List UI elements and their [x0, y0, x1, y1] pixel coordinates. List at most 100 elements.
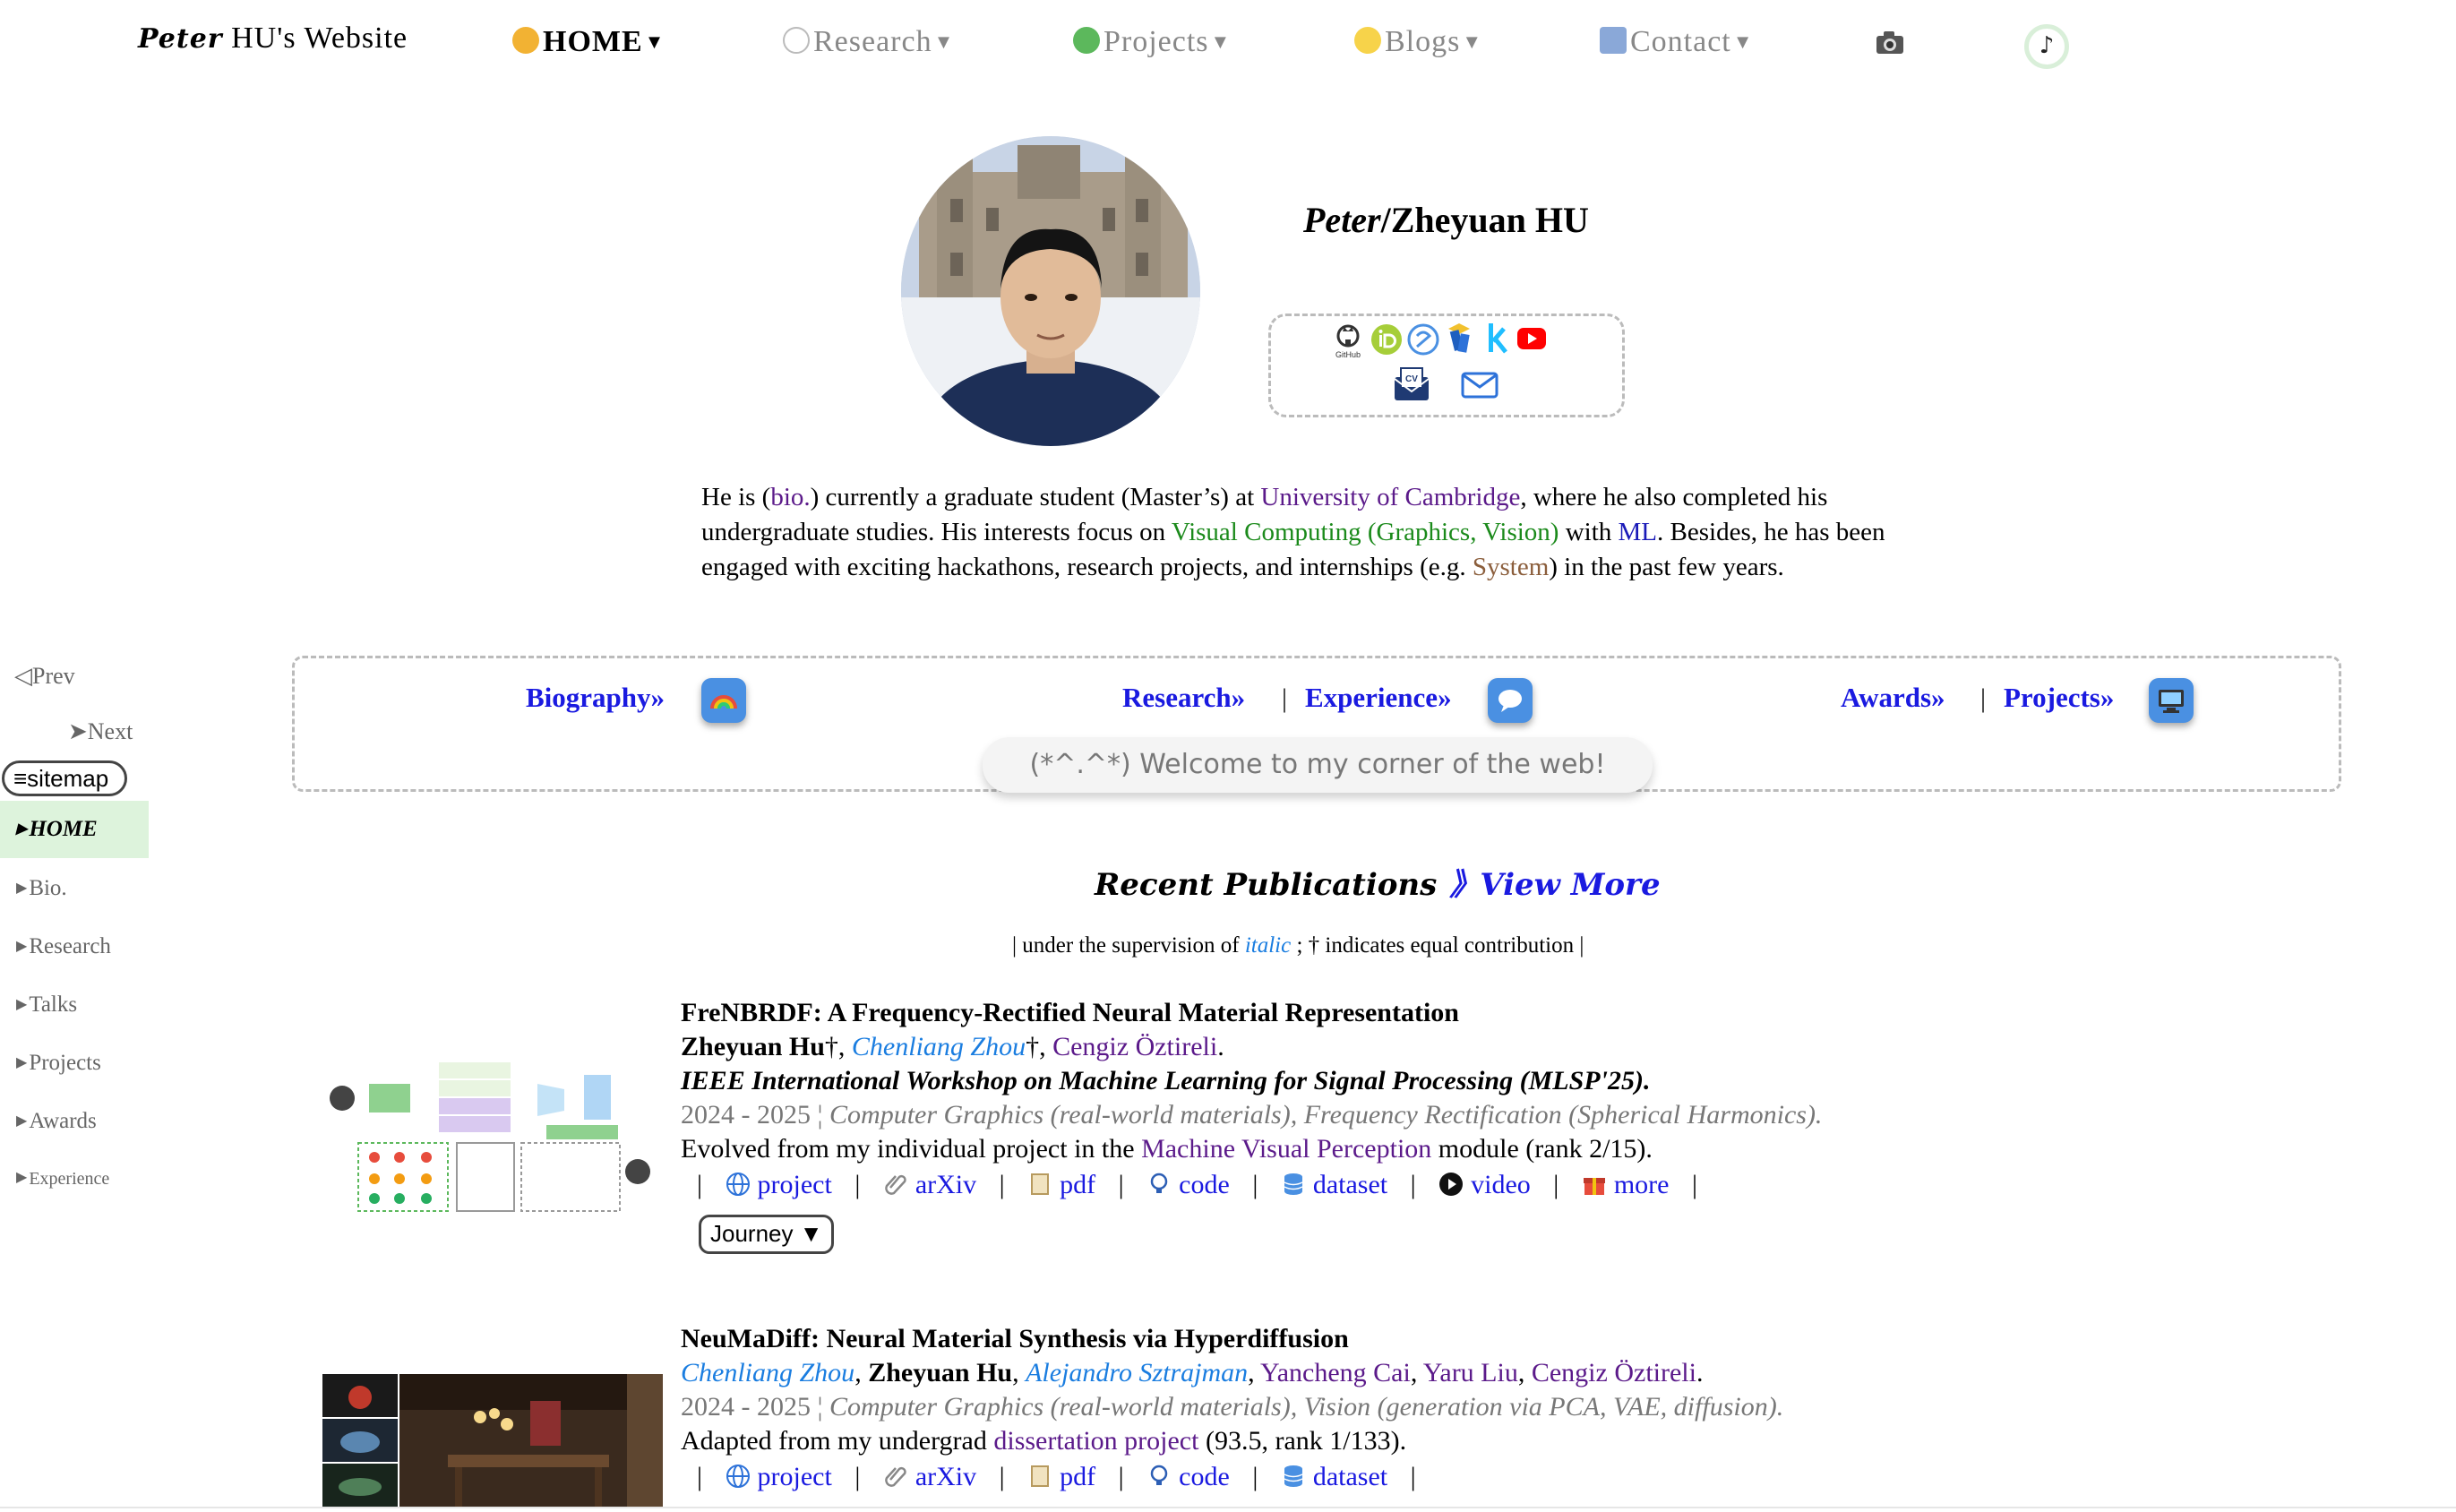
nav-projects[interactable]: Projects▼ [1073, 25, 1231, 59]
paperclip-icon [885, 1466, 906, 1487]
database-icon [1284, 1173, 1303, 1195]
brand-first-name: Peter [138, 23, 223, 55]
nav-blogs[interactable]: Blogs▼ [1354, 25, 1482, 59]
profile-photo [901, 136, 1200, 446]
sidebar-item-research[interactable]: ▶Research [0, 918, 149, 975]
github-icon[interactable]: GitHub [1334, 323, 1362, 359]
experience-link[interactable]: Experience» [1305, 682, 1452, 714]
page-divider [0, 1507, 2456, 1508]
journey-dropdown[interactable]: Journey ▼ [699, 1215, 835, 1254]
section-links-box: Biography» Research» | Experience» Award… [292, 656, 2341, 793]
more-link[interactable]: more [1582, 1170, 1669, 1199]
svg-text:GitHub: GitHub [1335, 350, 1361, 359]
publication-title[interactable]: NeuMaDiff: Neural Material Synthesis via… [681, 1322, 1935, 1356]
chevron-down-icon: ▼ [644, 30, 666, 53]
sparkle-star-icon [1354, 27, 1381, 54]
pdf-link[interactable]: pdf [1027, 1462, 1095, 1491]
computer-icon[interactable] [2149, 678, 2194, 723]
bio-paragraph: He is (bio.) currently a graduate studen… [701, 483, 1885, 581]
nav-home[interactable]: HOME▼ [512, 25, 665, 59]
nav-research[interactable]: Research▼ [783, 25, 954, 59]
dataset-link[interactable]: dataset [1281, 1462, 1387, 1491]
project-link[interactable]: project [726, 1170, 832, 1199]
projects-link[interactable]: Projects» [2004, 682, 2114, 714]
view-more-link[interactable]: 》View More [1449, 867, 1660, 903]
sidebar-item-bio[interactable]: ▶Bio. [0, 860, 149, 917]
rainbow-icon[interactable] [701, 678, 746, 723]
cv-envelope-icon[interactable]: CV [1393, 366, 1430, 402]
nav-contact[interactable]: Contact▼ [1600, 25, 1754, 59]
sidebar-item-awards[interactable]: ▶Awards [0, 1093, 149, 1150]
speech-bubble-icon[interactable] [1488, 678, 1533, 723]
globe-icon [726, 1173, 750, 1196]
play-circle-icon [1439, 1173, 1464, 1196]
bio-link[interactable]: bio. [770, 483, 810, 511]
kaggle-icon[interactable] [1486, 322, 1509, 356]
google-scholar-icon[interactable] [1445, 322, 1475, 356]
scroll-icon [1031, 1465, 1050, 1487]
publications-heading: Recent Publications 》View More [1095, 867, 1661, 903]
visual-computing-link[interactable]: Visual Computing (Graphics, Vision) [1172, 518, 1559, 546]
sitemap-button[interactable]: ≡sitemap [2, 760, 127, 796]
frenbrdf-thumbnail[interactable] [322, 1057, 659, 1218]
chevron-down-icon: ▼ [1210, 30, 1232, 53]
top-navbar: Peter HU's Website HOME▼ Research▼ Proje… [0, 0, 2456, 86]
brand-rest: HU's Website [222, 21, 408, 55]
dataset-link[interactable]: dataset [1281, 1170, 1387, 1199]
ml-link[interactable]: ML [1619, 518, 1658, 546]
publication-authors: Zheyuan Hu†, Chenliang Zhou†, Cengiz Özt… [681, 1032, 1224, 1061]
arxiv-link[interactable]: arXiv [883, 1170, 976, 1199]
sidebar-item-talks[interactable]: ▶Talks [0, 976, 149, 1034]
sidebar-item-home[interactable]: ▶HOME [0, 801, 149, 858]
globe-icon [726, 1465, 750, 1488]
puzzle-piece-icon [1073, 27, 1100, 54]
arxiv-link[interactable]: arXiv [883, 1462, 976, 1491]
publication-meta: 2024 - 2025 ¦ Computer Graphics (real-wo… [681, 1392, 1784, 1422]
publication-title[interactable]: FreNBRDF: A Frequency-Rectified Neural M… [681, 996, 1935, 1030]
thought-bubble-icon [783, 27, 810, 54]
publication-entry: FreNBRDF: A Frequency-Rectified Neural M… [681, 996, 1935, 1254]
neumadiff-thumbnail[interactable] [322, 1374, 663, 1507]
chevron-down-icon: ▼ [1462, 30, 1483, 53]
github-icon [1150, 1173, 1168, 1193]
gift-icon [1583, 1178, 1605, 1195]
caret-right-icon: ▶ [16, 997, 28, 1012]
sidebar-item-projects[interactable]: ▶Projects [0, 1035, 149, 1092]
camera-icon[interactable] [1876, 30, 1904, 56]
prev-link[interactable]: ◁Prev [14, 663, 75, 690]
section-separator: | [1980, 683, 1987, 713]
semantic-scholar-icon[interactable] [1407, 323, 1439, 356]
university-link[interactable]: University of Cambridge [1260, 483, 1520, 511]
chevron-down-icon: ▼ [1732, 30, 1754, 53]
youtube-icon[interactable] [1516, 327, 1547, 350]
pdf-link[interactable]: pdf [1027, 1170, 1095, 1199]
orcid-icon[interactable] [1370, 323, 1403, 356]
publication-description: Evolved from my individual project in th… [681, 1134, 1653, 1164]
svg-text:CV: CV [1405, 374, 1418, 384]
waving-hand-icon [512, 27, 539, 54]
next-link[interactable]: ➤Next [68, 718, 133, 745]
code-link[interactable]: code [1146, 1462, 1230, 1491]
project-link[interactable]: project [726, 1462, 832, 1491]
sidebar-item-experience[interactable]: ▶ Experience [0, 1149, 149, 1207]
caret-right-icon: ▶ [16, 881, 28, 896]
publication-links: | project | arXiv | pdf | code | dataset… [697, 1462, 1416, 1491]
scroll-icon [1031, 1173, 1050, 1195]
awards-link[interactable]: Awards» [1841, 682, 1945, 714]
music-note-icon: ♪ [2039, 32, 2055, 59]
video-link[interactable]: video [1438, 1170, 1531, 1199]
email-icon[interactable] [1461, 372, 1499, 399]
caret-right-icon: ▶ [16, 1113, 28, 1129]
biography-link[interactable]: Biography» [526, 682, 665, 714]
publication-meta: 2024 - 2025 ¦ Computer Graphics (real-wo… [681, 1100, 1823, 1130]
caret-right-icon: ▶ [16, 1170, 28, 1185]
code-link[interactable]: code [1146, 1170, 1230, 1199]
publication-description: Adapted from my undergrad dissertation p… [681, 1426, 1407, 1456]
research-link[interactable]: Research» [1122, 682, 1245, 714]
chevron-down-icon: ▼ [933, 30, 955, 53]
caret-right-icon: ▶ [16, 1055, 28, 1070]
system-link[interactable]: System [1473, 553, 1549, 581]
publication-venue: IEEE International Workshop on Machine L… [681, 1066, 1651, 1095]
music-toggle-button[interactable]: ♪ [2024, 24, 2069, 69]
site-brand[interactable]: Peter HU's Website [138, 21, 408, 56]
